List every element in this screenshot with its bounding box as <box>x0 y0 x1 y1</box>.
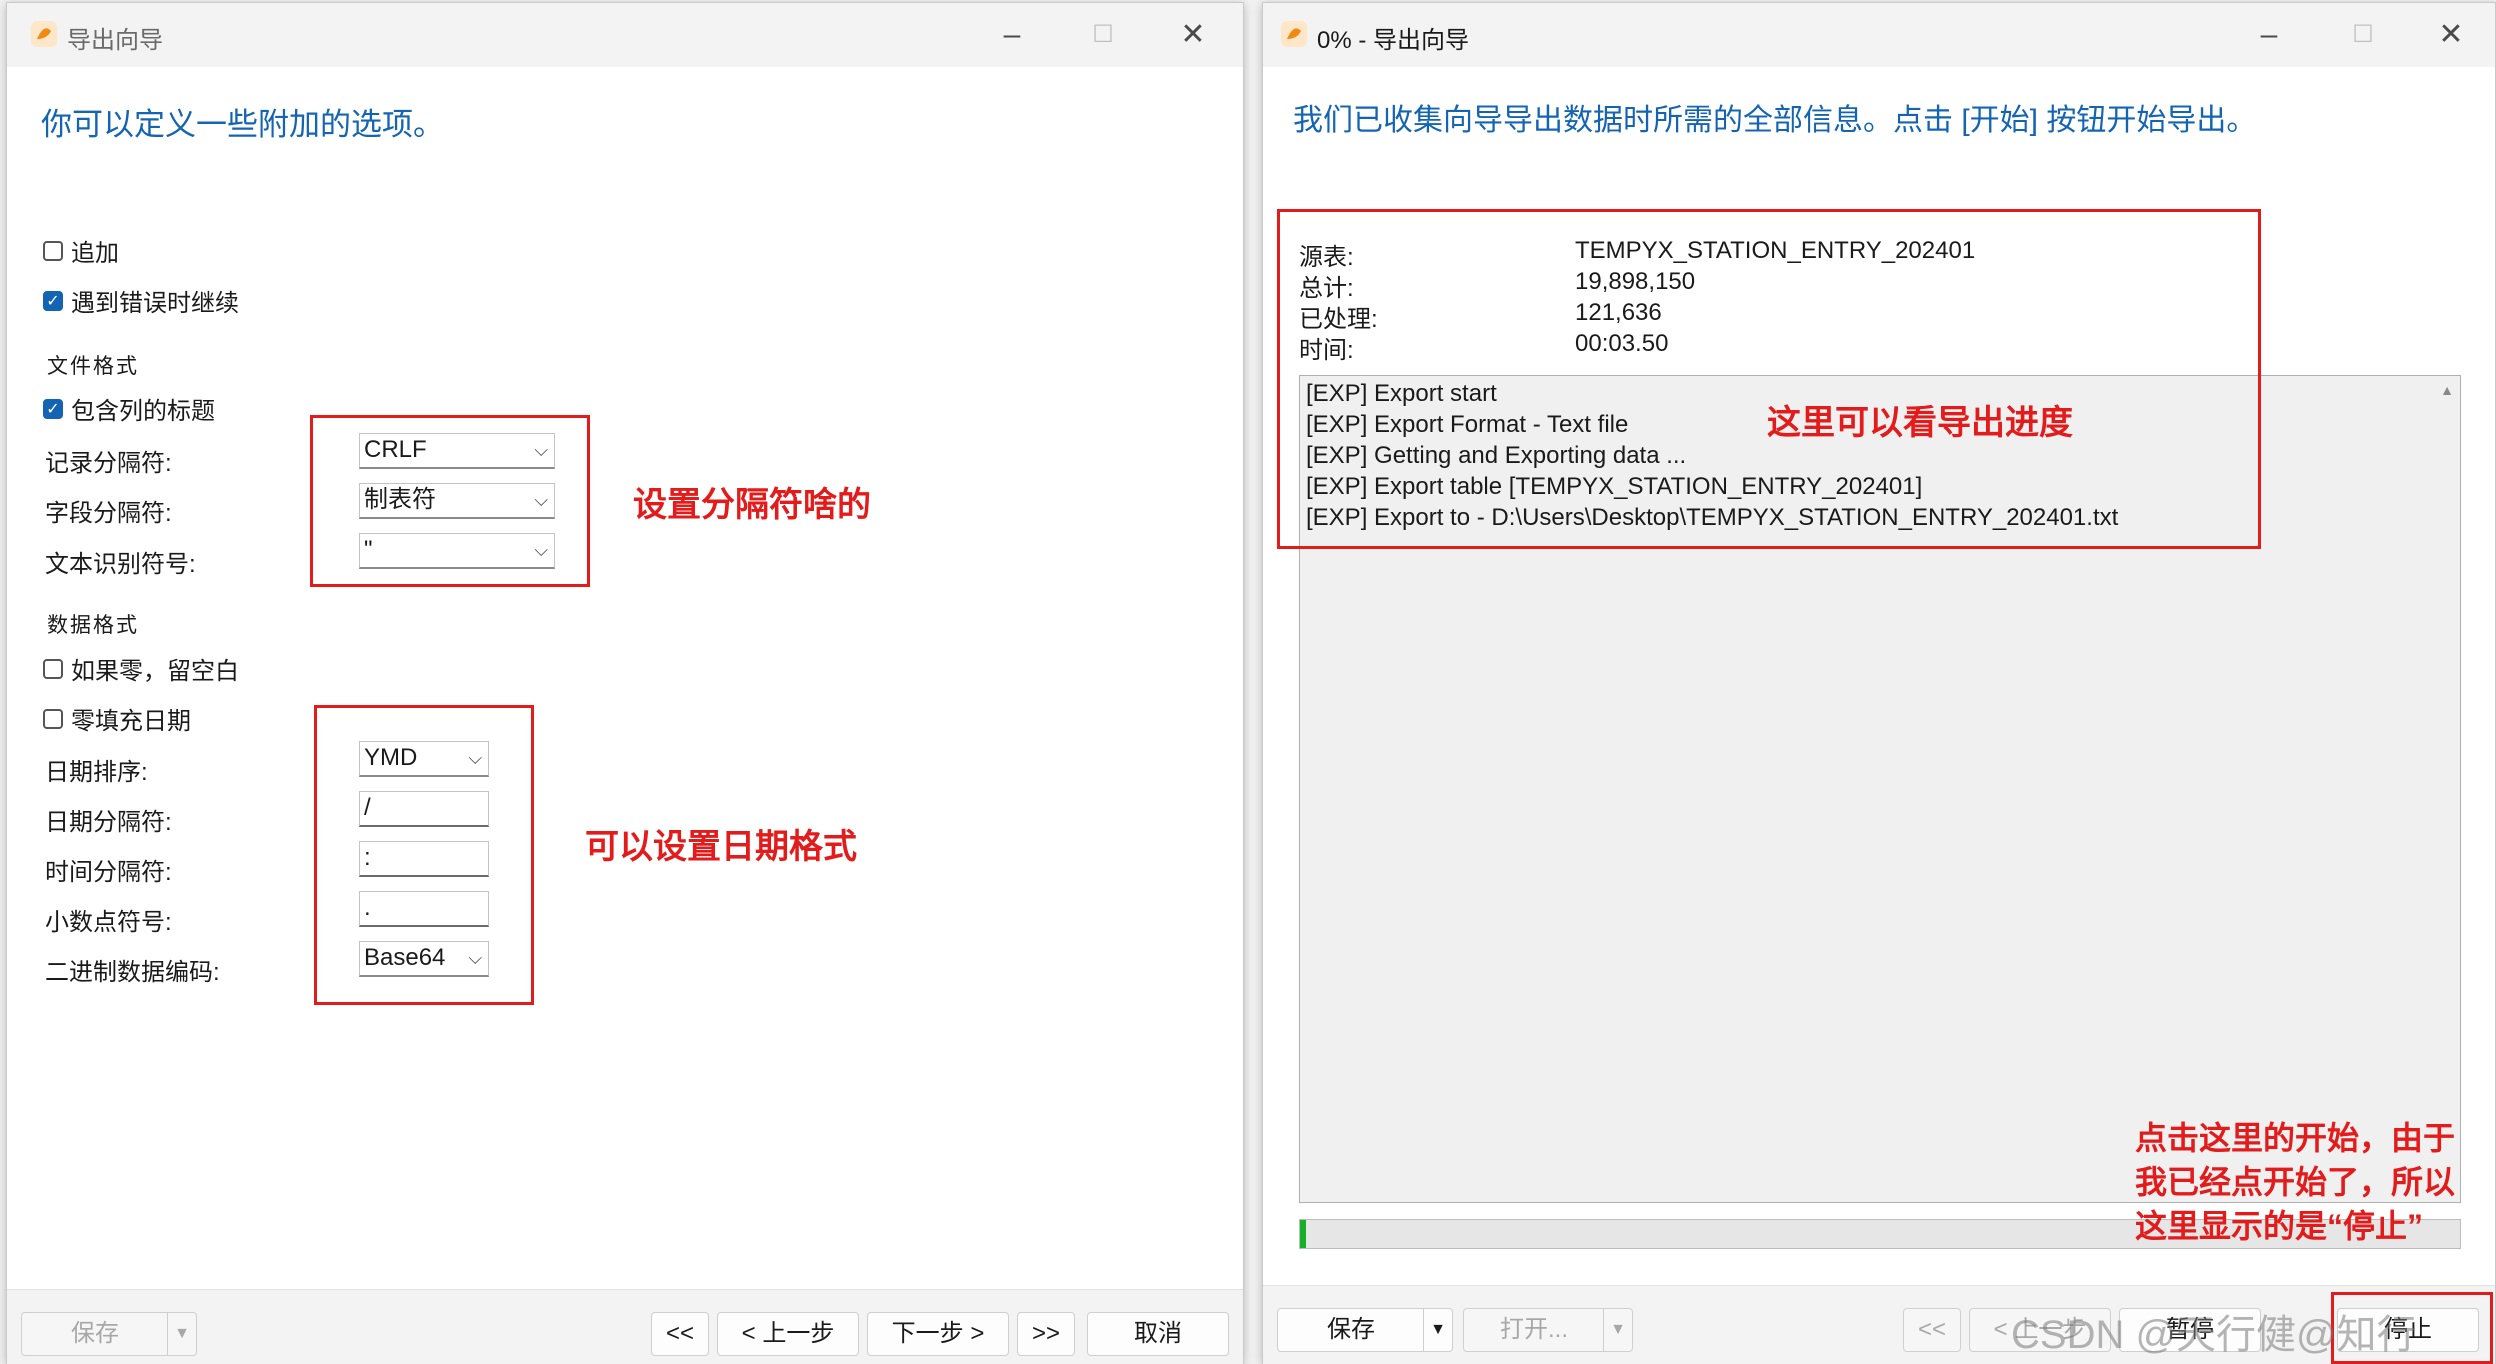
save-button[interactable]: 保存 ▼ <box>1277 1308 1453 1352</box>
record-separator-label: 记录分隔符: <box>45 450 172 477</box>
close-icon[interactable]: ✕ <box>2431 15 2471 55</box>
append-checkbox[interactable]: 追加 <box>43 233 119 268</box>
stop-annotation-line-2: 我已经点开始了，所以 <box>2135 1164 2456 1200</box>
time-separator-label: 时间分隔符: <box>45 859 172 886</box>
stop-annotation-line-1: 点击这里的开始，由于 <box>2135 1120 2456 1156</box>
continue-on-error-label: 遇到错误时继续 <box>71 290 239 317</box>
save-label: 保存 <box>1327 1316 1375 1343</box>
title-bar: 0% - 导出向导 – ☐ ✕ <box>1263 3 2495 67</box>
blank-if-zero-checkbox[interactable]: 如果零，留空白 <box>43 651 239 686</box>
checkbox-box[interactable] <box>43 708 63 729</box>
app-icon <box>31 21 57 47</box>
title-bar: 导出向导 – ☐ ✕ <box>7 3 1243 67</box>
wizard-footer: 保存 ▼ 打开... ▼ << < 上一步 暂停 停止 CSDN @天行健@知行 <box>1263 1285 2495 1364</box>
open-dropdown-icon: ▼ <box>1603 1309 1632 1351</box>
checkbox-box[interactable] <box>43 658 63 679</box>
blank-if-zero-label: 如果零，留空白 <box>71 658 239 685</box>
open-label: 打开... <box>1499 1316 1568 1343</box>
zero-pad-date-checkbox[interactable]: 零填充日期 <box>43 701 191 736</box>
minimize-icon[interactable]: – <box>2249 15 2289 55</box>
csdn-watermark: CSDN @天行健@知行 <box>2011 1313 2417 1357</box>
separator-annotation: 设置分隔符啥的 <box>633 486 871 524</box>
open-button: 打开... ▼ <box>1463 1308 1633 1352</box>
last-page-button[interactable]: >> <box>1017 1312 1075 1356</box>
save-button: 保存 ▼ <box>21 1312 197 1356</box>
continue-on-error-checkbox[interactable]: ✓ 遇到错误时继续 <box>43 283 239 318</box>
page-heading: 我们已收集向导导出数据时所需的全部信息。点击 [开始] 按钮开始导出。 <box>1293 104 2257 137</box>
window-title: 导出向导 <box>67 27 163 54</box>
separator-highlight-box <box>310 415 590 587</box>
stop-annotation-line-3: 这里显示的是“停止” <box>2135 1208 2424 1244</box>
close-icon[interactable]: ✕ <box>1173 15 1213 55</box>
checkbox-box[interactable] <box>43 240 63 261</box>
data-format-section-title: 数据格式 <box>47 613 139 637</box>
first-page-button: << <box>1903 1308 1961 1352</box>
date-format-annotation: 可以设置日期格式 <box>585 828 857 866</box>
text-qualifier-label: 文本识别符号: <box>45 551 196 578</box>
next-button[interactable]: 下一步 > <box>867 1312 1009 1356</box>
progress-info-highlight-box <box>1277 209 2261 549</box>
cancel-button[interactable]: 取消 <box>1087 1312 1229 1356</box>
wizard-footer: 保存 ▼ << < 上一步 下一步 > >> 取消 <box>7 1289 1243 1364</box>
save-dropdown-icon[interactable]: ▼ <box>1423 1309 1452 1351</box>
append-label: 追加 <box>71 240 119 267</box>
zero-pad-date-label: 零填充日期 <box>71 708 191 735</box>
file-format-section-title: 文件格式 <box>47 354 139 378</box>
include-headers-label: 包含列的标题 <box>71 398 215 425</box>
check-icon[interactable]: ✓ <box>43 290 63 311</box>
decimal-symbol-label: 小数点符号: <box>45 909 172 936</box>
binary-encoding-label: 二进制数据编码: <box>45 959 220 986</box>
date-order-label: 日期排序: <box>45 759 148 786</box>
date-format-highlight-box <box>314 705 534 1005</box>
save-dropdown-icon: ▼ <box>167 1313 196 1355</box>
maximize-icon: ☐ <box>1092 21 1114 48</box>
minimize-icon[interactable]: – <box>992 15 1032 55</box>
export-wizard-options-window: 导出向导 – ☐ ✕ 你可以定义一些附加的选项。 追加 ✓ 遇到错误时继续 文件… <box>6 2 1244 1364</box>
export-wizard-progress-window: 0% - 导出向导 – ☐ ✕ 我们已收集向导导出数据时所需的全部信息。点击 [… <box>1262 2 2496 1364</box>
progress-fill <box>1300 1220 1306 1248</box>
window-title: 0% - 导出向导 <box>1317 27 1470 54</box>
date-separator-label: 日期分隔符: <box>45 809 172 836</box>
maximize-icon: ☐ <box>2352 21 2374 48</box>
previous-button[interactable]: < 上一步 <box>717 1312 859 1356</box>
field-separator-label: 字段分隔符: <box>45 500 172 527</box>
progress-annotation: 这里可以看导出进度 <box>1767 404 2073 442</box>
page-heading: 你可以定义一些附加的选项。 <box>41 107 444 142</box>
include-headers-checkbox[interactable]: ✓ 包含列的标题 <box>43 391 215 426</box>
check-icon[interactable]: ✓ <box>43 398 63 419</box>
app-icon <box>1281 21 1307 47</box>
scroll-up-arrow-icon[interactable]: ▲ <box>2440 382 2454 398</box>
first-page-button[interactable]: << <box>651 1312 709 1356</box>
save-label: 保存 <box>71 1320 119 1347</box>
